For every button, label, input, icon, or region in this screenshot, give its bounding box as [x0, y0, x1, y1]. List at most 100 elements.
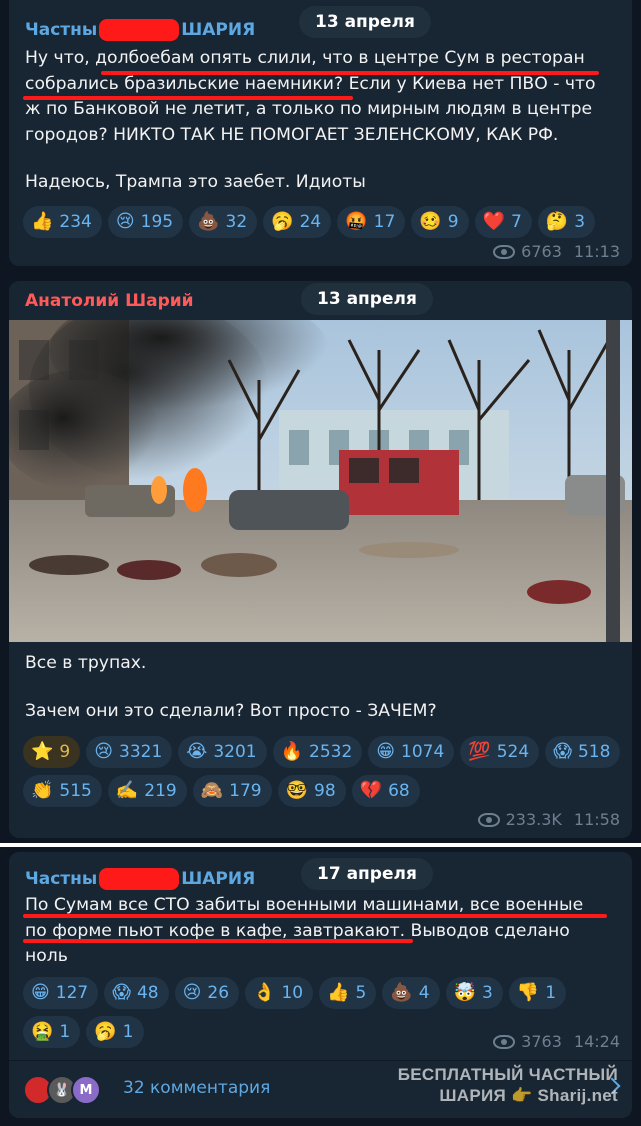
reaction-chip[interactable]: 💯 524 — [460, 736, 540, 768]
reaction-chip[interactable]: 🤮 1 — [23, 1016, 81, 1048]
reaction-emoji-icon: 👏 — [31, 780, 54, 801]
reaction-emoji-icon: 😢 — [94, 741, 114, 762]
reaction-chip[interactable]: 👌 10 — [245, 977, 314, 1009]
reaction-chip[interactable]: 😢 26 — [174, 977, 240, 1009]
reaction-chip[interactable]: 💩 4 — [382, 977, 440, 1009]
reaction-count: 48 — [136, 983, 159, 1003]
reaction-chip[interactable]: 😢 3321 — [86, 736, 173, 768]
reaction-chip[interactable]: 💩 32 — [189, 206, 258, 238]
reaction-count: 9 — [59, 742, 71, 762]
reaction-emoji-icon: 😁 — [31, 982, 50, 1003]
reaction-count: 17 — [373, 212, 396, 232]
reaction-chip[interactable]: ❤️ 7 — [474, 206, 532, 238]
reaction-chip[interactable]: 😁 127 — [23, 977, 99, 1009]
reaction-chip[interactable]: 🔥 2532 — [272, 736, 363, 768]
post-author[interactable]: Анатолий Шарий — [25, 291, 194, 311]
redaction-mark — [99, 19, 180, 41]
reaction-chip[interactable]: ⭐ 9 — [23, 736, 81, 768]
post-text: Все в трупах. Зачем они это сделали? Вот… — [25, 651, 621, 724]
text-line: ж по Банковой не летит, а только по мирн… — [25, 99, 593, 119]
watermark: БЕСПЛАТНЫЙ ЧАСТНЫЙ ШАРИЯ 👉 Sharij.net — [398, 1064, 618, 1106]
reaction-count: 219 — [144, 781, 177, 801]
reaction-emoji-icon: 🔥 — [280, 741, 304, 762]
reaction-chip[interactable]: 👍 234 — [23, 206, 102, 238]
post-2: Анатолий Шарий 13 апреля Все в трупах. З… — [9, 281, 632, 838]
reaction-count: 98 — [314, 781, 336, 801]
post-text: По Сумам все СТО забиты военными машинам… — [25, 893, 621, 970]
reaction-chip[interactable]: ✍️ 219 — [107, 775, 187, 807]
reaction-chip[interactable]: 👏 515 — [23, 775, 102, 807]
reaction-chip[interactable]: 💔 68 — [351, 775, 420, 807]
reaction-count: 518 — [577, 742, 611, 762]
reaction-emoji-icon: 💩 — [390, 982, 413, 1003]
reaction-emoji-icon: 🥱 — [271, 211, 294, 232]
avatar: M — [71, 1075, 101, 1105]
text-line: ноль — [25, 946, 68, 966]
reaction-chip[interactable]: 🥴 9 — [411, 206, 469, 238]
text-line: собрались бразильские наемники? Если у К… — [25, 73, 596, 94]
reaction-chip[interactable]: 🤓 98 — [277, 775, 346, 807]
reaction-emoji-icon: 😱 — [112, 982, 131, 1003]
reaction-count: 1074 — [401, 742, 445, 762]
reaction-count: 4 — [418, 983, 430, 1003]
reaction-chip[interactable]: 🥱 1 — [86, 1016, 144, 1048]
date-pill: 13 апреля — [299, 6, 431, 38]
reaction-emoji-icon: 👍 — [31, 211, 54, 232]
comments-count-link[interactable]: 32 комментария — [123, 1078, 270, 1098]
reaction-emoji-icon: 👌 — [253, 982, 276, 1003]
reaction-emoji-icon: 👎 — [516, 982, 540, 1003]
reaction-count: 3 — [482, 983, 493, 1003]
reaction-chip[interactable]: 👎 1 — [508, 977, 567, 1009]
reaction-emoji-icon: ⭐ — [31, 741, 54, 762]
date-pill: 13 апреля — [301, 283, 433, 315]
comments-bar[interactable]: 🐰 M 32 комментария БЕСПЛАТНЫЙ ЧАСТНЫЙ ША… — [9, 1060, 632, 1118]
text-line: Ну что, долбоебам опять слили, что в цен… — [25, 48, 585, 68]
text-line: Все в трупах. — [25, 653, 147, 673]
reaction-chip[interactable]: 🙈 179 — [192, 775, 272, 807]
views-count: 233.3K — [505, 810, 562, 829]
reaction-chip[interactable]: 😢 195 — [107, 206, 184, 238]
reaction-count: 26 — [207, 983, 230, 1003]
reaction-emoji-icon: 🤔 — [545, 211, 569, 232]
reaction-emoji-icon: 🙈 — [200, 780, 224, 801]
reaction-chip[interactable]: 😭 3201 — [178, 736, 267, 768]
post-time: 11:13 — [573, 242, 620, 261]
reaction-emoji-icon: 🥱 — [94, 1021, 117, 1042]
reaction-count: 5 — [355, 983, 367, 1003]
reaction-chip[interactable]: 😁 1074 — [368, 736, 455, 768]
red-underline — [101, 71, 599, 75]
reaction-chip[interactable]: 👍 5 — [319, 977, 377, 1009]
date-pill: 17 апреля — [301, 858, 433, 890]
post-meta: 6763 11:13 — [493, 242, 620, 261]
reaction-chip[interactable]: 🤔 3 — [537, 206, 596, 238]
reaction-chip[interactable]: 😱 518 — [545, 736, 621, 768]
reaction-emoji-icon: 😁 — [376, 741, 396, 762]
redaction-mark — [99, 868, 180, 890]
views-count: 3763 — [521, 1032, 562, 1051]
post-time: 14:24 — [573, 1032, 620, 1051]
reaction-count: 9 — [447, 212, 459, 232]
reaction-chip[interactable]: 🤬 17 — [337, 206, 406, 238]
reaction-emoji-icon: 🤯 — [453, 982, 477, 1003]
reaction-count: 195 — [140, 212, 174, 232]
reaction-chip[interactable]: 🤯 3 — [445, 977, 503, 1009]
reaction-emoji-icon: 😢 — [115, 211, 135, 232]
post-3: Частны ШАРИЯ 17 апреля По Сумам все СТО з… — [9, 852, 632, 1118]
post-author[interactable]: Частны ШАРИЯ — [25, 868, 255, 890]
author-suffix: ШАРИЯ — [181, 20, 256, 40]
reaction-chip[interactable]: 🥱 24 — [263, 206, 332, 238]
views-eye-icon — [493, 244, 516, 259]
reactions-bar: ⭐ 9 😢 3321 😭 3201 🔥 2532 😁 1074 💯 524 😱 518 👏 515 ✍️ 219 🙈… — [23, 736, 623, 807]
reaction-count: 3 — [574, 212, 586, 232]
post-author[interactable]: Частны ШАРИЯ — [25, 19, 255, 41]
reaction-emoji-icon: ❤️ — [482, 211, 505, 232]
explosion-scene-image — [9, 320, 632, 642]
reaction-count: 3321 — [119, 742, 163, 762]
text-line: Надеюсь, Трампа это заебет. Идиоты — [25, 172, 366, 192]
reaction-emoji-icon: 🤬 — [345, 211, 368, 232]
post-photo[interactable] — [9, 320, 632, 642]
reaction-emoji-icon: 💯 — [468, 741, 491, 762]
text-gap — [25, 148, 621, 170]
reaction-count: 68 — [388, 781, 410, 801]
reaction-chip[interactable]: 😱 48 — [104, 977, 169, 1009]
